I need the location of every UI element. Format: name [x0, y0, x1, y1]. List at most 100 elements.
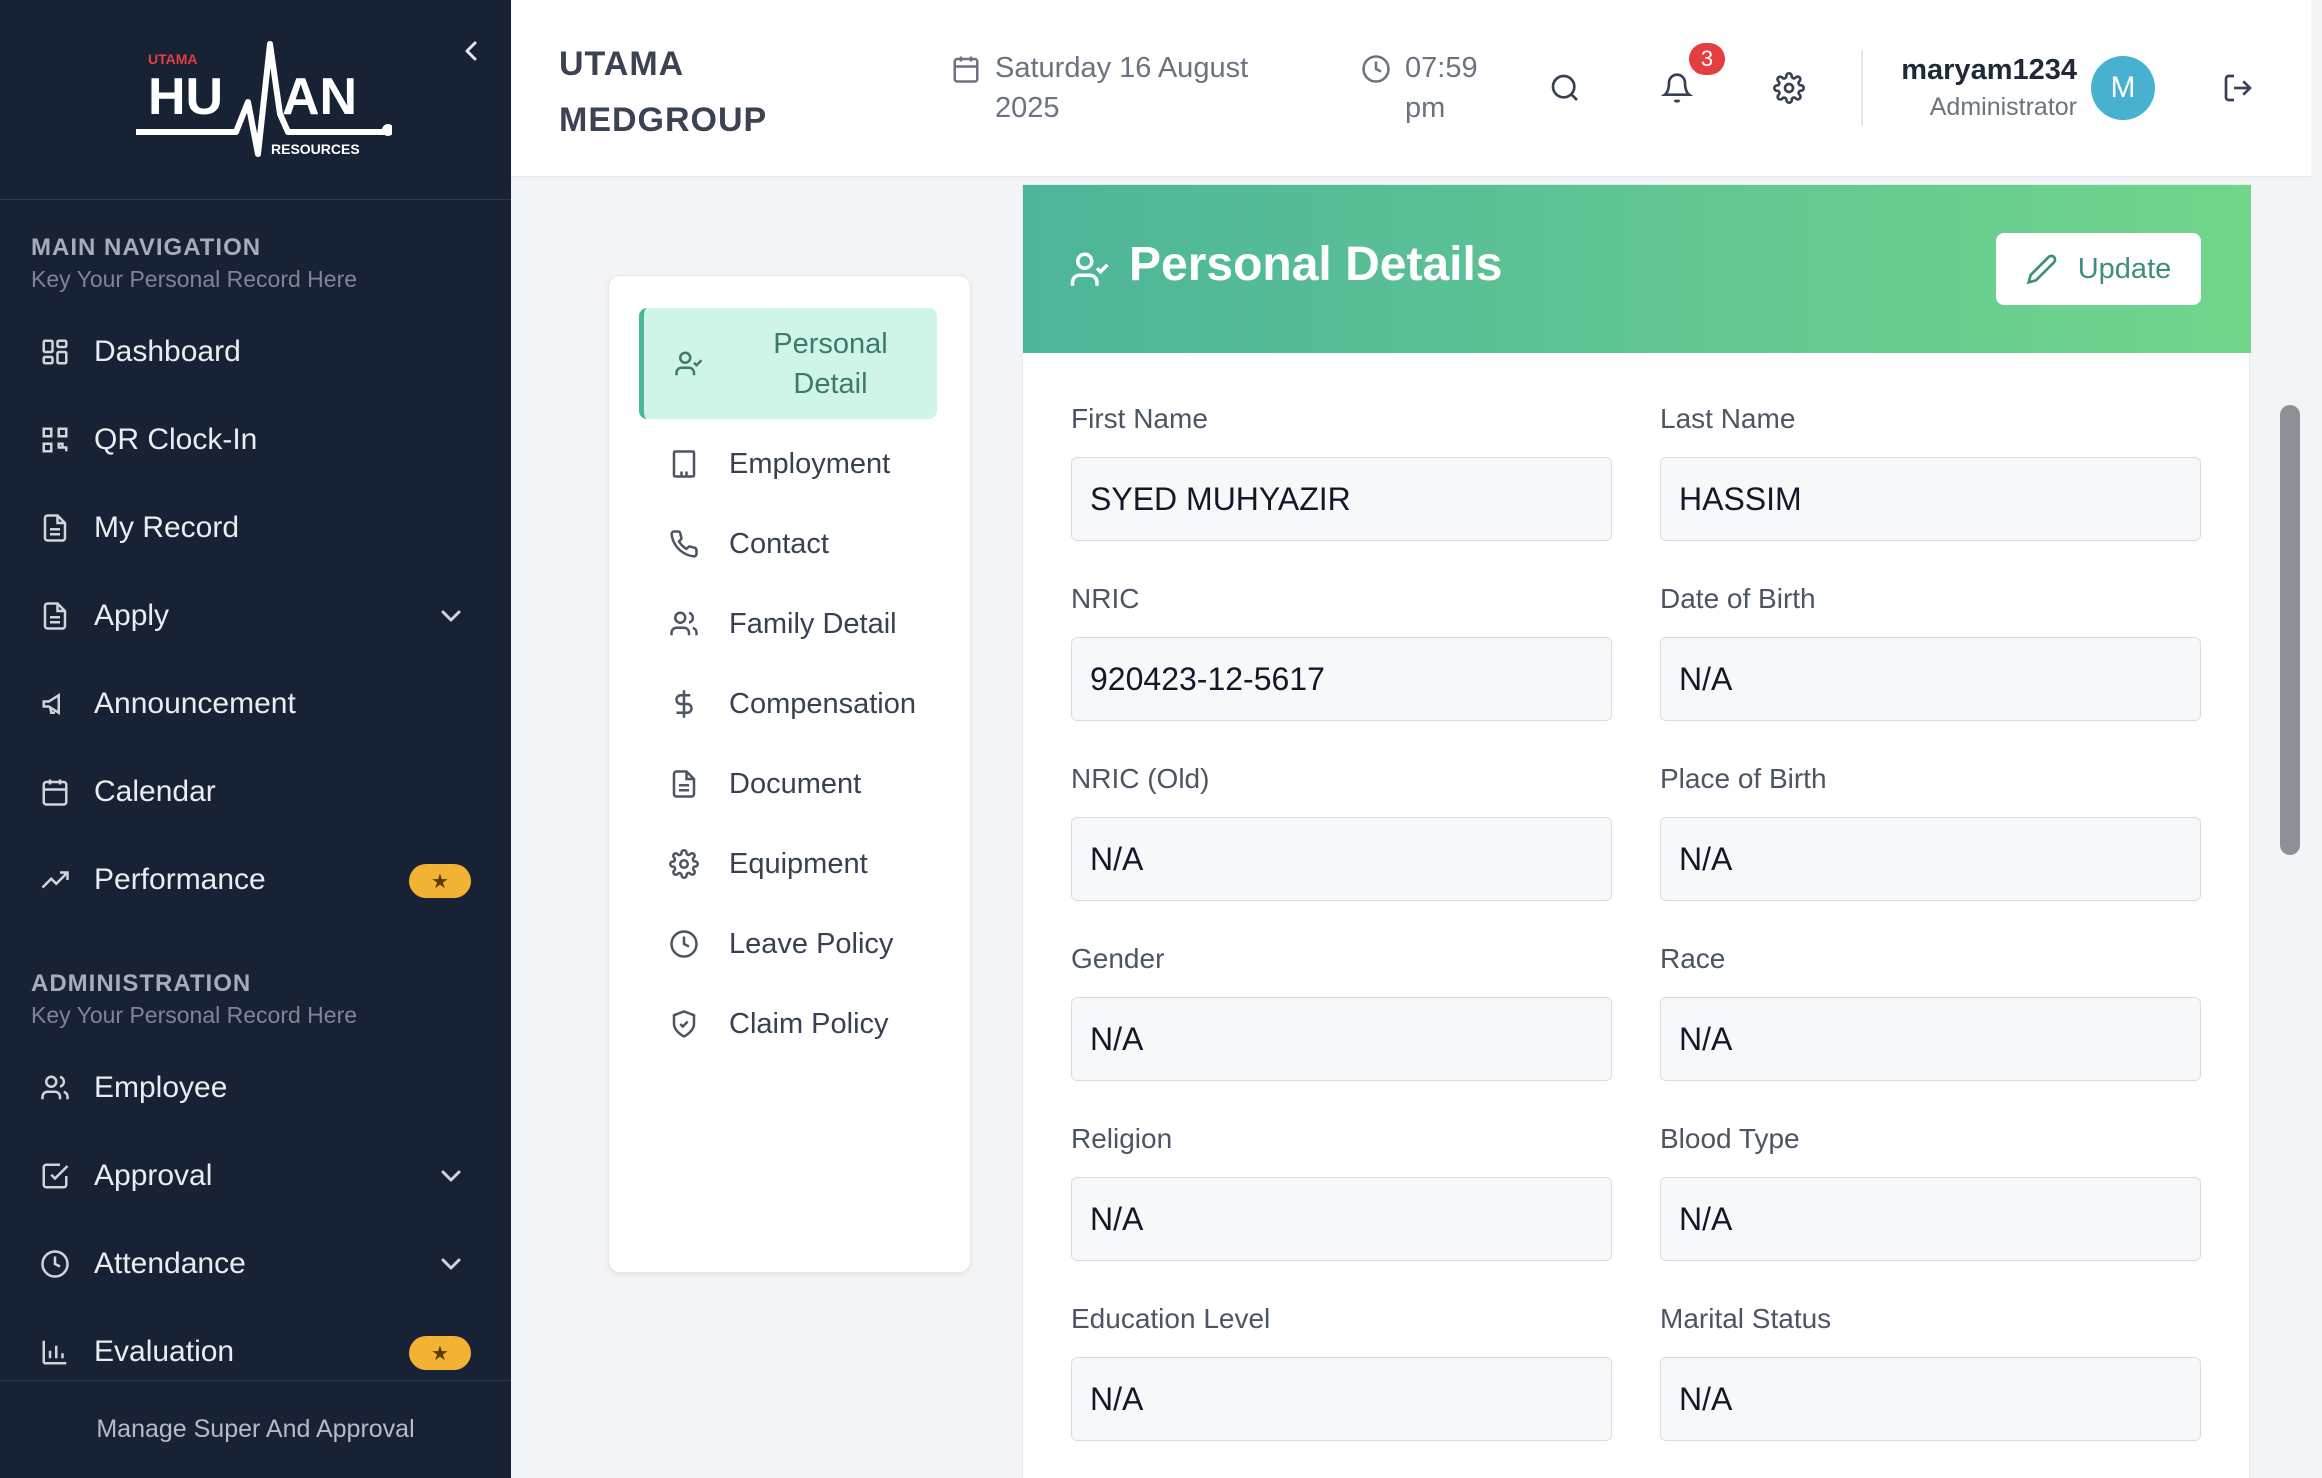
sidebar-item-label: Performance: [94, 863, 266, 896]
sidebar-item-apply[interactable]: Apply: [0, 584, 511, 648]
sidebar-item-dashboard[interactable]: Dashboard: [0, 320, 511, 384]
sidebar-item-approval[interactable]: Approval: [0, 1144, 511, 1208]
sidebar-item-qr-clock-in[interactable]: QR Clock-In: [0, 408, 511, 472]
clock-icon: [1361, 54, 1391, 84]
admin-nav-subtitle: Key Your Personal Record Here: [31, 1002, 358, 1028]
logout-icon: [2224, 74, 2252, 102]
gender-field[interactable]: N/A: [1071, 997, 1612, 1081]
logo-sub-text: RESOURCES: [271, 141, 360, 157]
submenu-label: Family Detail: [729, 607, 897, 640]
first-name-label: First Name: [1071, 403, 1208, 434]
sidebar-item-my-record[interactable]: My Record: [0, 496, 511, 560]
user-check-icon: [1070, 252, 1109, 286]
sidebar-item-label: Apply: [94, 599, 170, 632]
file-icon: [38, 511, 72, 545]
card-title: Personal Details: [1129, 238, 1503, 291]
submenu-label: Claim Policy: [729, 1007, 889, 1040]
collapse-sidebar-button[interactable]: [456, 36, 486, 66]
star-badge: ★: [409, 1336, 471, 1370]
submenu-family-detail[interactable]: Family Detail: [639, 584, 937, 664]
nric-old-label: NRIC (Old): [1071, 763, 1210, 794]
submenu-equipment[interactable]: Equipment: [639, 824, 937, 904]
main-nav-subtitle: Key Your Personal Record Here: [31, 266, 358, 292]
chevron-down-icon: [435, 1160, 467, 1192]
logout-button[interactable]: [2218, 68, 2258, 108]
race-field[interactable]: N/A: [1660, 997, 2201, 1081]
chevron-down-icon: [435, 600, 467, 632]
sidebar: UTAMA HU AN RESOURCES MAIN NAVIGATION Ke…: [0, 0, 511, 1478]
sidebar-item-calendar[interactable]: Calendar: [0, 760, 511, 824]
shield-check-icon: [667, 1007, 701, 1041]
education-level-field[interactable]: N/A: [1071, 1357, 1612, 1441]
date-of-birth-field[interactable]: N/A: [1660, 637, 2201, 721]
building-icon: [667, 447, 701, 481]
place-of-birth-label: Place of Birth: [1660, 763, 1827, 794]
education-level-label: Education Level: [1071, 1303, 1271, 1334]
admin-nav-title: ADMINISTRATION: [31, 970, 252, 997]
user-name: maryam1234: [1901, 54, 2077, 86]
time-text: 07:59 pm: [1405, 52, 1478, 124]
profile-submenu: Personal Detail Employment Contact Famil…: [608, 275, 971, 1273]
card-header: Personal Details Update: [1023, 185, 2251, 353]
file-icon: [38, 599, 72, 633]
submenu-document[interactable]: Document: [639, 744, 937, 824]
update-button[interactable]: Update: [1996, 233, 2201, 305]
qr-code-icon: [38, 423, 72, 457]
star-badge: ★: [409, 864, 471, 898]
user-role: Administrator: [1929, 93, 2077, 121]
submenu-label: Employment: [729, 447, 891, 480]
top-header: UTAMA MEDGROUP Saturday 16 August 2025 0…: [511, 0, 2311, 177]
last-name-label: Last Name: [1660, 403, 1796, 434]
search-button[interactable]: [1545, 68, 1585, 108]
submenu-contact[interactable]: Contact: [639, 504, 937, 584]
users-icon: [667, 607, 701, 641]
main-nav-title: MAIN NAVIGATION: [31, 234, 262, 261]
update-button-label: Update: [2077, 252, 2172, 285]
sidebar-item-employee[interactable]: Employee: [0, 1056, 511, 1120]
sidebar-item-performance[interactable]: Performance ★: [0, 848, 511, 912]
document-icon: [667, 767, 701, 801]
avatar[interactable]: M: [2091, 56, 2155, 120]
user-check-icon: [672, 347, 706, 381]
notification-badge: 3: [1689, 43, 1725, 75]
dashboard-icon: [38, 335, 72, 369]
calendar-icon: [38, 775, 72, 809]
marital-status-field[interactable]: N/A: [1660, 1357, 2201, 1441]
submenu-personal-detail[interactable]: Personal Detail: [639, 308, 937, 419]
race-label: Race: [1660, 943, 1726, 974]
sidebar-item-label: Dashboard: [94, 335, 241, 368]
notifications-button[interactable]: [1657, 68, 1697, 108]
sidebar-item-label: Evaluation: [94, 1335, 235, 1368]
gear-icon: [1773, 72, 1805, 104]
submenu-label: Contact: [729, 527, 829, 560]
religion-label: Religion: [1071, 1123, 1173, 1154]
submenu-claim-policy[interactable]: Claim Policy: [639, 984, 937, 1064]
trending-up-icon: [38, 863, 72, 897]
submenu-label: Compensation: [729, 687, 916, 720]
submenu-leave-policy[interactable]: Leave Policy: [639, 904, 937, 984]
sidebar-item-attendance[interactable]: Attendance: [0, 1232, 511, 1296]
religion-field[interactable]: N/A: [1071, 1177, 1612, 1261]
nric-old-field[interactable]: N/A: [1071, 817, 1612, 901]
window-edge: [2311, 0, 2322, 1478]
first-name-field[interactable]: SYED MUHYAZIR: [1071, 457, 1612, 541]
sidebar-footer: Manage Super And Approval: [0, 1380, 511, 1478]
submenu-compensation[interactable]: Compensation: [639, 664, 937, 744]
sidebar-item-label: Employee: [94, 1071, 228, 1104]
settings-button[interactable]: [1769, 68, 1809, 108]
last-name-field[interactable]: HASSIM: [1660, 457, 2201, 541]
submenu-label: Personal Detail: [773, 327, 888, 400]
sidebar-item-evaluation[interactable]: Evaluation ★: [0, 1320, 511, 1384]
sidebar-item-announcement[interactable]: Announcement: [0, 672, 511, 736]
submenu-label: Equipment: [729, 847, 868, 880]
current-time: 07:59 pm: [1361, 48, 1495, 128]
nric-label: NRIC: [1071, 583, 1140, 614]
submenu-employment[interactable]: Employment: [639, 424, 937, 504]
logo-area: UTAMA HU AN RESOURCES: [0, 0, 511, 200]
blood-type-label: Blood Type: [1660, 1123, 1800, 1154]
scrollbar-thumb[interactable]: [2280, 405, 2300, 855]
nric-field[interactable]: 920423-12-5617: [1071, 637, 1612, 721]
place-of-birth-field[interactable]: N/A: [1660, 817, 2201, 901]
users-icon: [38, 1071, 72, 1105]
blood-type-field[interactable]: N/A: [1660, 1177, 2201, 1261]
